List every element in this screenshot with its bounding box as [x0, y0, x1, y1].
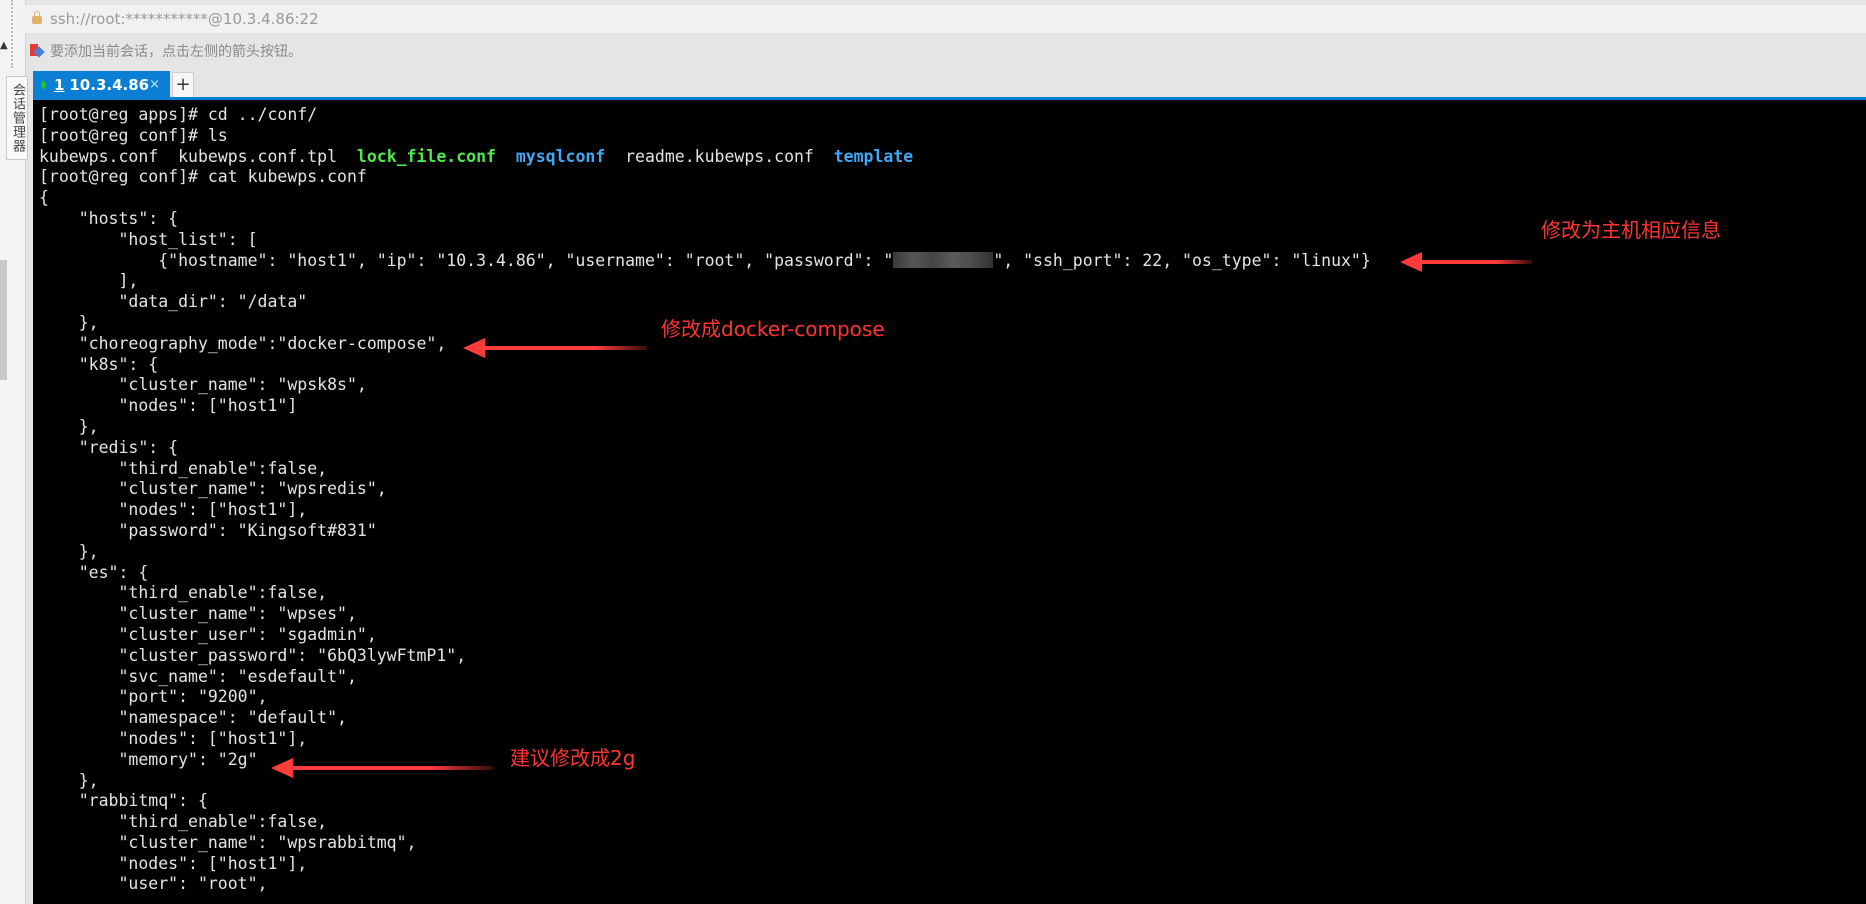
terminal-line: },: [39, 416, 99, 436]
terminal-line: "nodes": ["host1"],: [39, 728, 308, 748]
tab-number: 1: [53, 75, 65, 94]
terminal-line: "cluster_user": "sgadmin",: [39, 624, 377, 644]
host-entry-end: ", "ssh_port": 22, "os_type": "linux"}: [993, 250, 1371, 270]
terminal-line: "namespace": "default",: [39, 708, 347, 728]
annotation-arrow-icon: [463, 338, 647, 358]
notice-text: 要添加当前会话，点击左侧的箭头按钮。: [50, 44, 302, 60]
terminal-line: ],: [39, 271, 139, 291]
annotation-arrow-icon: [271, 758, 493, 778]
host-entry-start: {"hostname": "host1", "ip": "10.3.4.86",…: [39, 250, 894, 270]
annotation-memory: 建议修改成2g: [510, 746, 636, 770]
annotation-host-info: 修改为主机相应信息: [1541, 218, 1721, 242]
terminal-line: "choreography_mode":"docker-compose",: [39, 333, 447, 353]
redacted-password: [893, 251, 994, 268]
ls-entry: kubewps.conf.tpl: [178, 146, 357, 166]
ls-entry: kubewps.conf: [39, 146, 179, 166]
collapse-arrow-icon[interactable]: ▲: [0, 40, 8, 51]
terminal-line: {: [39, 188, 49, 208]
session-manager-tab[interactable]: 会话管理器: [6, 76, 28, 160]
terminal-line: "cluster_name": "wpsredis",: [39, 479, 387, 499]
terminal-line: "redis": {: [39, 437, 179, 457]
drag-handle[interactable]: [11, 0, 13, 68]
close-icon[interactable]: ×: [149, 77, 160, 92]
terminal-line: [root@reg apps]# cd ../conf/: [39, 105, 318, 124]
ls-entry: lock_file.conf: [356, 146, 496, 166]
address-text: ssh://root:***********@10.3.4.86:22: [50, 10, 319, 28]
add-session-arrow-icon[interactable]: [30, 44, 44, 58]
tab-label: 10.3.4.86: [69, 75, 150, 94]
terminal-line: kubewps.conf kubewps.conf.tpl lock_file.…: [39, 147, 1866, 168]
annotation-arrow-icon: [1400, 252, 1532, 272]
terminal-line: },: [39, 312, 99, 332]
status-dot-icon: [41, 80, 46, 89]
terminal-line: "nodes": ["host1"]: [39, 396, 298, 416]
new-tab-button[interactable]: +: [172, 72, 194, 99]
terminal-line: "cluster_password": "6bQ3lywFtmP1",: [39, 645, 467, 665]
terminal-line: [root@reg conf]# cat kubewps.conf: [39, 167, 367, 187]
terminal-line: },: [39, 770, 99, 790]
terminal-line: [root@reg conf]# ls: [39, 125, 228, 145]
terminal-line: "password": "Kingsoft#831": [39, 520, 377, 540]
terminal-line: "third_enable":false,: [39, 583, 328, 603]
ls-entry: template: [833, 146, 914, 166]
notice-bar: 要添加当前会话，点击左侧的箭头按钮。: [22, 38, 1866, 64]
terminal-line: "cluster_name": "wpsk8s",: [39, 375, 367, 395]
terminal-line: },: [39, 541, 99, 561]
terminal-line: "k8s": {: [39, 354, 159, 374]
terminal-line: "es": {: [39, 562, 149, 582]
tab-session-10-3-4-86[interactable]: 1 10.3.4.86 ×: [33, 71, 170, 98]
sidebar-scrollbar[interactable]: [0, 260, 7, 380]
ls-entry: mysqlconf: [515, 146, 606, 166]
terminal-line: {"hostname": "host1", "ip": "10.3.4.86",…: [39, 251, 1866, 272]
terminal-line: "nodes": ["host1"],: [39, 853, 308, 873]
address-bar[interactable]: ssh://root:***********@10.3.4.86:22: [22, 5, 1866, 33]
terminal-line: "nodes": ["host1"],: [39, 500, 308, 520]
terminal-line: "svc_name": "esdefault",: [39, 666, 357, 686]
terminal-line: "cluster_name": "wpses",: [39, 604, 357, 624]
annotation-docker-compose: 修改成docker-compose: [661, 317, 885, 341]
terminal-line: "user": "root",: [39, 874, 268, 894]
terminal-line: "third_enable":false,: [39, 458, 328, 478]
ls-entry: readme.kubewps.conf: [625, 146, 814, 166]
terminal-line: "port": "9200",: [39, 687, 268, 707]
terminal-line: "cluster_name": "wpsrabbitmq",: [39, 832, 417, 852]
terminal-line: "data_dir": "/data": [39, 292, 308, 312]
terminal-line: "third_enable":false,: [39, 812, 328, 832]
lock-icon: [32, 11, 42, 24]
terminal-line: "rabbitmq": {: [39, 791, 208, 811]
